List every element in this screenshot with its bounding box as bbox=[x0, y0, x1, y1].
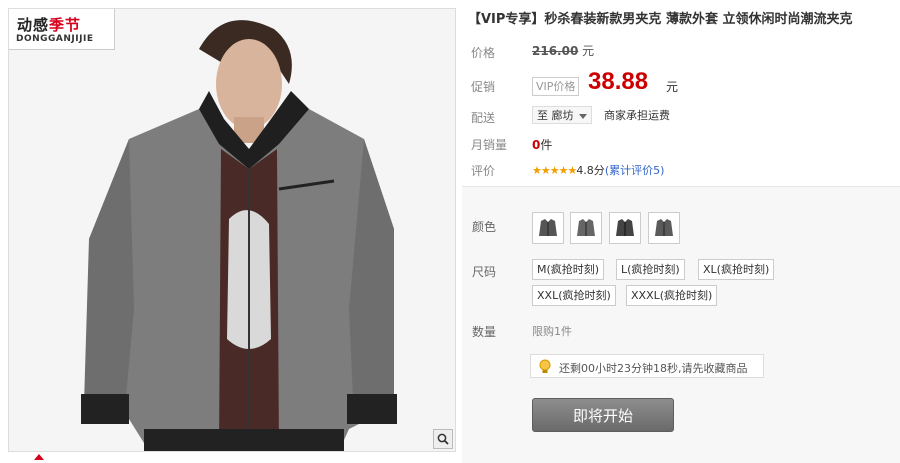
buy-button[interactable]: 即将开始 bbox=[532, 398, 674, 432]
sales-label: 月销量 bbox=[471, 138, 508, 152]
original-price-unit: 元 bbox=[582, 44, 595, 58]
size-option-xxxl[interactable]: XXXL(疯抢时刻) bbox=[626, 285, 718, 306]
lightbulb-icon bbox=[539, 359, 551, 373]
product-image-panel[interactable]: 动感季节 DONGGANJIJIE bbox=[8, 8, 456, 452]
size-label: 尺码 bbox=[472, 265, 497, 279]
brand-logo-sub: DONGGANJIJIE bbox=[16, 34, 94, 44]
shipping-city-select[interactable]: 至 廊坊 bbox=[532, 106, 592, 124]
size-option-m[interactable]: M(疯抢时刻) bbox=[532, 259, 605, 280]
jacket-thumbnail-icon bbox=[655, 219, 673, 236]
quantity-label: 数量 bbox=[472, 325, 497, 339]
zoom-button[interactable] bbox=[433, 429, 453, 449]
jacket-thumbnail-icon bbox=[539, 219, 557, 236]
color-swatch-2[interactable] bbox=[570, 212, 602, 244]
shipping-city: 至 廊坊 bbox=[537, 109, 574, 122]
product-photo[interactable] bbox=[9, 9, 455, 451]
purchase-options: 颜色 尺码 M(疯抢时刻) L(疯抢时刻) XL(疯抢时刻) XXL(疯抢时刻)… bbox=[462, 186, 900, 463]
sales-count: 0件 bbox=[532, 136, 552, 153]
size-option-xl[interactable]: XL(疯抢时刻) bbox=[698, 259, 775, 280]
rating-score: 4.8分 bbox=[576, 164, 605, 177]
product-title: 【VIP专享】秒杀春装新款男夹克 薄款外套 立领休闲时尚潮流夹克 bbox=[468, 12, 853, 27]
brand-logo-black: 动感 bbox=[17, 16, 50, 34]
sales-count-unit: 件 bbox=[540, 138, 553, 152]
promo-price: 38.88 bbox=[588, 68, 649, 95]
size-option-xxl[interactable]: XXL(疯抢时刻) bbox=[532, 285, 616, 306]
promo-label: 促销 bbox=[471, 80, 496, 94]
brand-logo: 动感季节 DONGGANJIJIE bbox=[9, 9, 115, 50]
color-swatch-1[interactable] bbox=[532, 212, 564, 244]
countdown-text: 还剩00小时23分钟18秒,请先收藏商品 bbox=[559, 362, 748, 375]
promo-price-unit: 元 bbox=[666, 80, 679, 94]
rating-info: ★★★★★4.8分(累计评价5) bbox=[532, 162, 664, 178]
size-option-l[interactable]: L(疯抢时刻) bbox=[616, 259, 685, 280]
countdown-notice: 还剩00小时23分钟18秒,请先收藏商品 bbox=[530, 354, 764, 378]
color-swatch-3[interactable] bbox=[609, 212, 641, 244]
shipping-label: 配送 bbox=[471, 111, 496, 125]
color-swatch-4[interactable] bbox=[648, 212, 680, 244]
jacket-thumbnail-icon bbox=[616, 219, 634, 236]
jacket-thumbnail-icon bbox=[577, 219, 595, 236]
vip-price-tag: VIP价格 bbox=[532, 77, 580, 96]
color-label: 颜色 bbox=[472, 220, 497, 234]
review-count-link[interactable]: (累计评价5) bbox=[605, 164, 665, 177]
shipping-note: 商家承担运费 bbox=[604, 109, 670, 122]
original-price: 216.00 元 bbox=[532, 42, 594, 59]
rating-label: 评价 bbox=[471, 164, 496, 178]
chevron-down-icon bbox=[579, 114, 587, 119]
brand-logo-text: 动感季节 bbox=[17, 14, 81, 35]
rating-stars: ★★★★★ bbox=[532, 164, 577, 177]
price-summary: 价格 216.00 元 促销 VIP价格 38.88 元 配送 至 廊坊 商家承… bbox=[462, 32, 900, 182]
brand-logo-red: 季节 bbox=[49, 16, 82, 34]
original-price-value: 216.00 bbox=[532, 44, 579, 58]
purchase-limit: 限购1件 bbox=[532, 325, 572, 338]
price-label: 价格 bbox=[471, 46, 496, 60]
thumbnail-indicator-icon bbox=[34, 454, 44, 460]
magnifier-icon bbox=[437, 433, 449, 445]
